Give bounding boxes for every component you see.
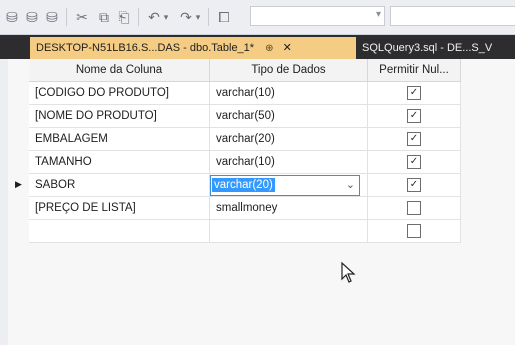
column-name-cell[interactable]: [CODIGO DO PRODUTO] — [29, 81, 210, 105]
table-row[interactable]: TAMANHO varchar(10) ✓ — [29, 150, 461, 174]
data-type-cell[interactable] — [209, 219, 368, 243]
allow-nulls-checkbox[interactable] — [407, 224, 421, 238]
column-name-cell[interactable]: TAMANHO — [29, 150, 210, 174]
allow-nulls-checkbox[interactable] — [407, 201, 421, 215]
tab-label: DESKTOP-N51LB16.S...DAS - dbo.Table_1* — [36, 42, 255, 54]
cut-icon[interactable]: ✂ — [72, 7, 92, 27]
data-type-cell[interactable]: varchar(10) — [209, 150, 368, 174]
table-row[interactable]: [PREÇO DE LISTA] smallmoney — [29, 196, 461, 220]
data-type-cell[interactable]: varchar(20) ⌄ — [209, 173, 368, 197]
allow-nulls-cell — [367, 196, 461, 220]
columns-table: Nome da Coluna Tipo de Dados Permitir Nu… — [29, 59, 461, 243]
chevron-down-icon[interactable]: ⌄ — [346, 178, 355, 191]
row-selector-header — [8, 59, 29, 81]
toolbar-separator — [208, 8, 209, 26]
data-type-dropdown-value[interactable]: varchar(20) — [212, 177, 275, 192]
row-selector[interactable]: ▶ — [8, 173, 29, 196]
allow-nulls-cell — [367, 219, 461, 243]
table-row[interactable]: SABOR varchar(20) ⌄ ✓ — [29, 173, 461, 197]
table-row[interactable]: EMBALAGEM varchar(20) ✓ — [29, 127, 461, 151]
column-header-allow-nulls[interactable]: Permitir Nul... — [367, 59, 461, 82]
toolbar-separator — [138, 8, 139, 26]
header-row: Nome da Coluna Tipo de Dados Permitir Nu… — [29, 59, 461, 82]
allow-nulls-cell: ✓ — [367, 104, 461, 128]
row-selector-column: ▶ — [8, 59, 29, 242]
allow-nulls-cell: ✓ — [367, 81, 461, 105]
allow-nulls-checkbox[interactable]: ✓ — [407, 132, 421, 146]
column-name-cell[interactable]: [PREÇO DE LISTA] — [29, 196, 210, 220]
toolbar-combo-2[interactable] — [390, 6, 515, 26]
pin-icon[interactable]: ⊕ — [265, 38, 273, 59]
tab-table-designer[interactable]: DESKTOP-N51LB16.S...DAS - dbo.Table_1* ⊕… — [30, 37, 356, 59]
column-name-cell[interactable]: EMBALAGEM — [29, 127, 210, 151]
column-name-cell[interactable]: SABOR — [29, 173, 210, 197]
data-type-cell[interactable]: smallmoney — [209, 196, 368, 220]
row-selector[interactable] — [8, 196, 29, 219]
allow-nulls-checkbox[interactable]: ✓ — [407, 109, 421, 123]
allow-nulls-cell: ✓ — [367, 150, 461, 174]
data-type-cell[interactable]: varchar(20) — [209, 127, 368, 151]
row-selector[interactable] — [8, 104, 29, 127]
row-selector[interactable] — [8, 219, 29, 242]
chevron-down-icon: ▾ — [375, 9, 381, 20]
database-query-icon[interactable]: ⛁ — [42, 7, 62, 27]
allow-nulls-cell: ✓ — [367, 127, 461, 151]
column-name-cell[interactable] — [29, 219, 210, 243]
allow-nulls-checkbox[interactable]: ✓ — [407, 86, 421, 100]
database-diagram-icon[interactable]: ⛁ — [22, 7, 42, 27]
mouse-cursor-icon — [341, 262, 356, 283]
redo-dropdown-icon[interactable]: ▾ — [192, 7, 204, 27]
data-type-dropdown[interactable]: varchar(20) ⌄ — [210, 174, 360, 196]
column-header-type[interactable]: Tipo de Dados — [209, 59, 368, 82]
data-type-cell[interactable]: varchar(50) — [209, 104, 368, 128]
table-row[interactable]: [NOME DO PRODUTO] varchar(50) ✓ — [29, 104, 461, 128]
data-type-cell[interactable]: varchar(10) — [209, 81, 368, 105]
close-icon[interactable]: ✕ — [283, 37, 292, 59]
toolbar: ⛁ ⛁ ⛁ ✂ ⧉ ⎗ ↶ ▾ ↷ ▾ ⧠ ▾ — [0, 0, 515, 35]
database-icon[interactable]: ⛁ — [2, 7, 22, 27]
allow-nulls-checkbox[interactable]: ✓ — [407, 155, 421, 169]
row-selector[interactable] — [8, 81, 29, 104]
table-designer-grid: Nome da Coluna Tipo de Dados Permitir Nu… — [8, 59, 515, 345]
table-row[interactable]: [CODIGO DO PRODUTO] varchar(10) ✓ — [29, 81, 461, 105]
toolbar-combo[interactable]: ▾ — [250, 6, 385, 26]
row-selector[interactable] — [8, 150, 29, 173]
document-tab-strip: DESKTOP-N51LB16.S...DAS - dbo.Table_1* ⊕… — [0, 35, 515, 59]
row-selector[interactable] — [8, 127, 29, 150]
tab-label: SQLQuery3.sql - DE...S_V — [362, 42, 493, 54]
copy-icon[interactable]: ⧉ — [94, 7, 114, 27]
allow-nulls-checkbox[interactable]: ✓ — [407, 178, 421, 192]
tab-sql-query[interactable]: SQLQuery3.sql - DE...S_V — [356, 37, 515, 59]
window-icon[interactable]: ⧠ — [214, 7, 234, 27]
column-header-name[interactable]: Nome da Coluna — [29, 59, 210, 82]
allow-nulls-cell: ✓ — [367, 173, 461, 197]
table-row[interactable] — [29, 219, 461, 243]
undo-dropdown-icon[interactable]: ▾ — [160, 7, 172, 27]
paste-icon[interactable]: ⎗ — [114, 7, 134, 27]
column-name-cell[interactable]: [NOME DO PRODUTO] — [29, 104, 210, 128]
toolbar-separator — [66, 8, 67, 26]
